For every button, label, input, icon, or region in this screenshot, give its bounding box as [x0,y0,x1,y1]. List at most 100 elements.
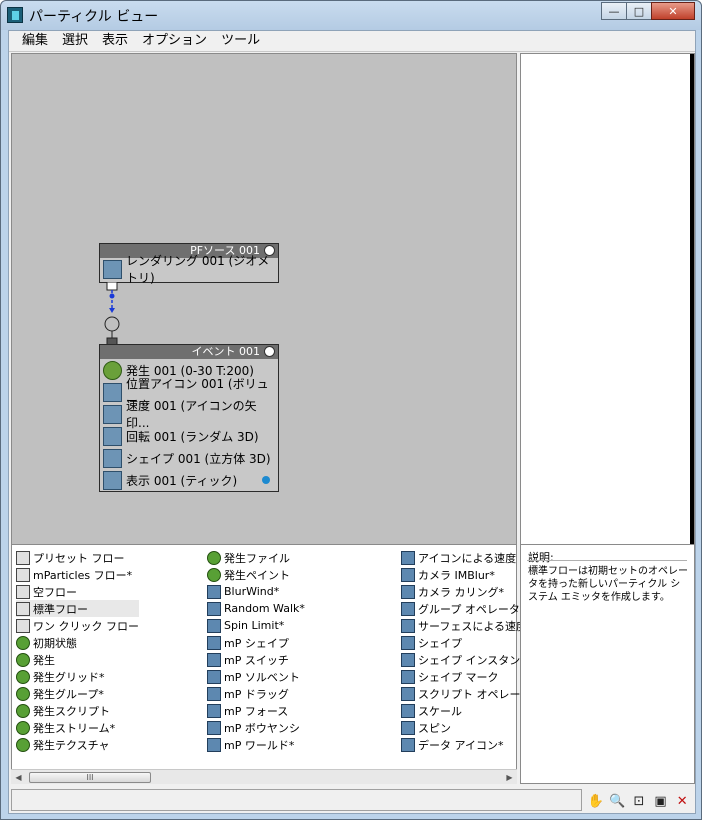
event-node[interactable]: イベント 001 発生 001 (0-30 T:200) 位置アイコン 001 … [99,344,279,492]
depot-list[interactable]: プリセット フロー mParticles フロー* 空フロー 標準フロー ワン クリック… [11,544,532,784]
operator-icon [401,584,415,599]
depot-item[interactable]: サーフェスによる速度 [401,617,532,634]
scroll-thumb[interactable]: III [29,772,151,783]
wire-connector [104,282,120,352]
depot-item[interactable]: 発生グループ* [16,685,139,702]
app-icon [7,7,23,23]
depot-item-label: 発生ストリーム* [33,721,116,735]
render-operator[interactable]: レンダリング 001 (ジオメトリ) [100,254,278,285]
depot-item[interactable]: グループ オペレータ [401,600,532,617]
display-operator[interactable]: 表示 001 (ティック) [100,469,278,491]
zoom-extents-icon[interactable]: ▣ [652,792,670,810]
operator-icon [16,618,30,633]
depot-column-1: プリセット フロー mParticles フロー* 空フロー 標準フロー ワン クリック… [16,549,139,753]
depot-item-label: mP ワールド* [224,738,295,752]
depot-item-label: mP フォース [224,704,289,718]
shape-operator[interactable]: シェイプ 001 (立方体 3D) [100,447,278,469]
event-display-canvas[interactable]: PFソース 001 レンダリング 001 (ジオメトリ) イベント 001 発生… [11,53,517,569]
birth-icon [103,360,122,380]
operator-icon [401,618,415,633]
depot-item[interactable]: スピン [401,719,532,736]
menu-select[interactable]: 選択 [55,31,95,51]
depot-item[interactable]: mP ソルベント [207,668,305,685]
zoom-region-icon[interactable]: ⊡ [630,792,648,810]
depot-item[interactable]: シェイプ [401,634,532,651]
depot-item[interactable]: 発生スクリプト [16,702,139,719]
depot-item[interactable]: ワン クリック フロー [16,617,139,634]
depot-item[interactable]: プリセット フロー [16,549,139,566]
rotation-operator[interactable]: 回転 001 (ランダム 3D) [100,425,278,447]
depot-item-label: スクリプト オペレータ [418,687,532,701]
depot-item[interactable]: データ アイコン* [401,736,532,753]
depot-item[interactable]: Random Walk* [207,600,305,617]
operator-icon [207,550,221,565]
operator-icon [401,635,415,650]
depot-item[interactable]: mP スイッチ [207,651,305,668]
menu-edit[interactable]: 編集 [15,31,55,51]
operator-icon [401,652,415,667]
no-zoom-icon[interactable]: ✕ [673,792,691,810]
depot-item[interactable]: mP シェイプ [207,634,305,651]
depot-item[interactable]: 発生ペイント [207,566,305,583]
depot-item[interactable]: mP ドラッグ [207,685,305,702]
operator-icon [207,618,221,633]
depot-item[interactable]: 標準フロー [16,600,139,617]
depot-item[interactable]: シェイプ インスタンス [401,651,532,668]
title-bar: パーティクル ビュー — □ ✕ [1,1,701,30]
depot-item[interactable]: mParticles フロー* [16,566,139,583]
depot-item[interactable]: アイコンによる速度 [401,549,532,566]
operator-icon [401,720,415,735]
depot-item[interactable]: 発生グリッド* [16,668,139,685]
depot-item[interactable]: 発生ストリーム* [16,719,139,736]
depot-item-label: mP シェイプ [224,636,289,650]
zoom-icon[interactable]: 🔍 [608,792,626,810]
depot-item[interactable]: mP ボウヤンシ [207,719,305,736]
parameters-panel[interactable] [520,53,695,569]
menu-separator [9,51,695,52]
menu-tools[interactable]: ツール [214,31,267,51]
render-operator-label: レンダリング 001 (ジオメトリ) [126,254,270,285]
operator-icon [207,669,221,684]
depot-item[interactable]: 発生テクスチャ [16,736,139,753]
depot-item[interactable]: BlurWind* [207,583,305,600]
menu-display[interactable]: 表示 [95,31,135,51]
depot-item-label: 空フロー [33,585,77,599]
side-scrollbar[interactable] [690,54,694,568]
depot-item[interactable]: Spin Limit* [207,617,305,634]
pan-hand-icon[interactable]: ✋ [587,792,605,810]
scroll-left-arrow[interactable]: ◀ [11,770,26,785]
particle-view-window: パーティクル ビュー — □ ✕ 編集 選択 表示 オプション ツール PFソー… [0,0,702,820]
depot-item[interactable]: シェイプ マーク [401,668,532,685]
maximize-button[interactable]: □ [626,2,652,20]
pf-source-node[interactable]: PFソース 001 レンダリング 001 (ジオメトリ) [99,243,279,285]
depot-scrollbar[interactable]: ◀ III ▶ [11,769,517,784]
display-operator-label: 表示 001 (ティック) [126,473,238,488]
depot-item[interactable]: 空フロー [16,583,139,600]
depot-item-label: 発生グループ* [33,687,104,701]
depot-item[interactable]: カメラ カリング* [401,583,532,600]
speed-operator[interactable]: 速度 001 (アイコンの矢印... [100,399,278,430]
render-icon [103,259,122,279]
depot-item-label: シェイプ インスタンス [418,653,532,667]
depot-item[interactable]: カメラ IMBlur* [401,566,532,583]
close-button[interactable]: ✕ [651,2,695,20]
depot-item[interactable]: スケール [401,702,532,719]
operator-icon [207,703,221,718]
display-color-dot [262,476,270,484]
depot-item[interactable]: mP ワールド* [207,736,305,753]
operator-icon [207,652,221,667]
depot-item[interactable]: スクリプト オペレータ [401,685,532,702]
scroll-right-arrow[interactable]: ▶ [502,770,517,785]
minimize-button[interactable]: — [601,2,627,20]
depot-item[interactable]: mP フォース [207,702,305,719]
menu-bar: 編集 選択 表示 オプション ツール [9,31,695,51]
depot-item-label: 発生ファイル [224,551,290,565]
operator-icon [207,720,221,735]
depot-item-label: mP ソルベント [224,670,300,684]
depot-item[interactable]: 発生ファイル [207,549,305,566]
depot-item[interactable]: 発生 [16,651,139,668]
depot-item-label: カメラ カリング* [418,585,504,599]
depot-item[interactable]: 初期状態 [16,634,139,651]
menu-options[interactable]: オプション [135,31,214,51]
bulb-icon[interactable] [264,346,275,357]
